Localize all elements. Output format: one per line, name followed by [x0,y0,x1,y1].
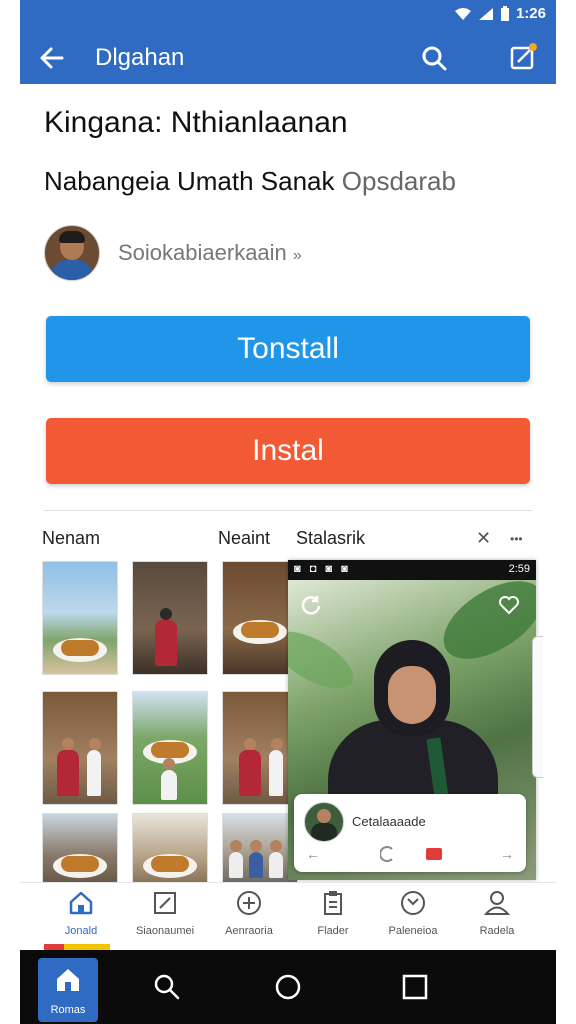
side-panel-handle[interactable] [532,636,543,778]
photo-thumbnail[interactable] [222,691,298,805]
status-bar: 1:26 [20,0,556,32]
avatar[interactable] [44,225,100,281]
system-navigation-bar: Romas [20,950,556,1024]
clipboard-icon [324,891,342,915]
photo-thumbnail[interactable] [132,561,208,675]
search-icon[interactable] [152,972,182,1002]
photo-thumbnail[interactable] [132,813,208,883]
page-title: Kingana: Nthianlaanan [44,106,348,139]
photo-thumbnail[interactable] [42,813,118,883]
refresh-icon[interactable] [300,594,322,616]
subtitle-main: Nabangeia Umath Sanak [44,166,335,196]
author-name[interactable]: Soiokabiaerkaain » [118,240,302,266]
photo-thumbnail[interactable] [222,813,298,883]
circle-home-icon[interactable] [273,972,303,1002]
edit-icon [154,892,176,914]
story-preview[interactable]: ◙ ◘ ◙ ◙ 2:59 Cetalaaaade ← → [288,560,536,880]
nav-label: Jonald [64,925,98,937]
reply-icon[interactable] [380,846,396,862]
app-bar-title: Dlgahan [95,44,185,71]
recent-apps-icon[interactable] [400,972,430,1002]
nav-label: Paleneioa [388,925,438,937]
tab-nenam[interactable]: Nenam [42,528,100,549]
clock-icon [401,891,425,915]
preview-status-bar: ◙ ◘ ◙ ◙ 2:59 [288,560,536,580]
search-icon[interactable] [420,44,448,72]
home-icon [69,891,93,915]
card-actions: ← → [302,844,518,866]
nav-label: Radela [479,925,515,937]
nav-item-flader[interactable]: Flader [288,889,378,947]
nav-label: Flader [317,925,349,937]
app-frame: 1:26 Dlgahan Kingana: Nthianlaanan Naban… [20,0,556,1024]
photo-thumbnail[interactable] [222,561,298,675]
card-back-icon[interactable]: ← [306,846,320,862]
tab-stalasrik[interactable]: Stalasrik [296,528,365,549]
comment-icon[interactable] [426,848,442,860]
card-avatar [304,802,344,842]
nav-item-home[interactable]: Jonald [36,889,126,947]
close-icon[interactable]: ✕ [476,528,491,549]
nav-item-paleneioa[interactable]: Paleneioa [368,889,458,947]
bottom-navigation: Jonald Siaonaumei Aenraoria Flader Palen… [20,882,556,951]
battery-icon [500,5,509,21]
card-name: Cetalaaaade [352,814,426,829]
photo-thumbnail[interactable] [42,691,118,805]
nav-item-radela[interactable]: Radela [452,889,542,947]
app-bar: Dlgahan [20,32,556,84]
compose-icon[interactable] [508,42,538,72]
home-icon [57,969,79,991]
primary-install-button[interactable]: Tonstall [46,316,530,382]
status-time: 1:26 [515,5,546,22]
photo-grid [42,561,298,883]
chevron-right-icon: » [292,247,302,264]
section-tabs: Nenam Neaint Stalasrik ✕ ••• [20,524,556,554]
author-row[interactable]: Soiokabiaerkaain » [44,225,302,281]
photo-thumbnail[interactable] [42,561,118,675]
subtitle-muted: Opsdarab [341,166,456,196]
system-home-button[interactable]: Romas [38,958,98,1022]
signal-icon [478,7,493,20]
heart-icon[interactable] [498,594,520,616]
nav-item-siaonaumei[interactable]: Siaonaumei [120,889,210,947]
photo-thumbnail[interactable] [132,691,208,805]
page-subtitle: Nabangeia Umath Sanak Opsdarab [44,166,456,197]
more-icon[interactable]: ••• [510,532,523,546]
author-name-text: Soiokabiaerkaain [118,240,287,265]
preview-card[interactable]: Cetalaaaade ← → [294,794,526,872]
nav-label: Aenraoria [225,925,273,937]
tab-neaint[interactable]: Neaint [218,528,270,549]
status-icons: 1:26 [454,5,546,22]
preview-status-time: 2:59 [508,563,530,575]
plus-circle-icon [237,891,261,915]
secondary-install-button[interactable]: Instal [46,418,530,484]
nav-label: Siaonaumei [135,925,195,937]
back-arrow-icon[interactable] [38,44,66,72]
divider [44,510,532,511]
card-forward-icon[interactable]: → [500,846,514,862]
person-icon [483,891,511,915]
wifi-icon [454,7,471,20]
nav-item-aenraoria[interactable]: Aenraoria [204,889,294,947]
preview-status-icons: ◙ ◘ ◙ ◙ [294,563,351,575]
system-home-label: Romas [50,1004,86,1016]
